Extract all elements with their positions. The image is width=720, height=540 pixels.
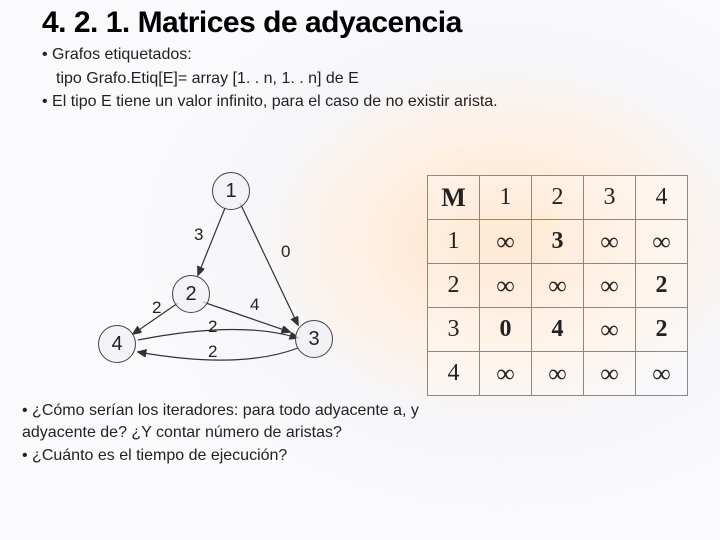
bullet-1: Grafos etiquetados:: [42, 44, 690, 66]
weight-2-4: 2: [152, 298, 161, 318]
matrix-cell: ∞: [480, 352, 532, 396]
matrix-header-row: M 1 2 3 4: [428, 176, 688, 220]
bullet-1-sub: tipo Grafo.Etiq[E]= array [1. . n, 1. . …: [42, 68, 690, 90]
matrix-rowhead-1: 1: [428, 220, 480, 264]
node-3: 3: [295, 320, 333, 358]
graph-diagram: 1 2 3 4 3 0 4 2 2 2: [90, 170, 370, 380]
matrix-header-2: 2: [532, 176, 584, 220]
weight-1-2: 3: [194, 225, 203, 245]
question-1a: ¿Cómo serían los iteradores:: [32, 402, 243, 419]
node-4: 4: [98, 325, 136, 363]
matrix-row-3: 3 0 4 ∞ 2: [428, 308, 688, 352]
matrix-cell: 4: [532, 308, 584, 352]
weight-3-4: 2: [208, 317, 217, 337]
matrix-cell: ∞: [584, 220, 636, 264]
matrix-cell: ∞: [636, 352, 688, 396]
matrix-cell: 2: [636, 264, 688, 308]
weight-1-3: 0: [281, 242, 290, 262]
matrix-header-1: 1: [480, 176, 532, 220]
matrix-row-1: 1 ∞ 3 ∞ ∞: [428, 220, 688, 264]
matrix-cell: 0: [480, 308, 532, 352]
question-1: ¿Cómo serían los iteradores: para todo a…: [22, 400, 422, 443]
weight-4-3: 2: [208, 342, 217, 362]
matrix-cell: ∞: [532, 352, 584, 396]
weight-2-3: 4: [250, 295, 259, 315]
matrix-cell: 2: [636, 308, 688, 352]
top-bullets: Grafos etiquetados: tipo Grafo.Etiq[E]= …: [0, 40, 720, 113]
matrix-cell: ∞: [584, 264, 636, 308]
bullet-2: El tipo E tiene un valor infinito, para …: [42, 91, 690, 113]
matrix-header-4: 4: [636, 176, 688, 220]
matrix-header-3: 3: [584, 176, 636, 220]
matrix-header-M: M: [428, 176, 480, 220]
matrix-row-4: 4 ∞ ∞ ∞ ∞: [428, 352, 688, 396]
matrix-cell: ∞: [480, 220, 532, 264]
matrix-rowhead-4: 4: [428, 352, 480, 396]
slide-title: 4. 2. 1. Matrices de adyacencia: [0, 0, 720, 40]
matrix-cell: ∞: [636, 220, 688, 264]
matrix-cell: ∞: [584, 308, 636, 352]
node-2: 2: [172, 275, 210, 313]
matrix-rowhead-3: 3: [428, 308, 480, 352]
question-2: ¿Cuánto es el tiempo de ejecución?: [22, 445, 422, 467]
matrix-cell: ∞: [584, 352, 636, 396]
matrix-rowhead-2: 2: [428, 264, 480, 308]
node-1: 1: [212, 172, 250, 210]
adjacency-matrix: M 1 2 3 4 1 ∞ 3 ∞ ∞ 2 ∞ ∞ ∞ 2 3 0 4 ∞ 2 …: [427, 175, 688, 396]
matrix-cell: ∞: [480, 264, 532, 308]
matrix-cell: 3: [532, 220, 584, 264]
bottom-bullets: ¿Cómo serían los iteradores: para todo a…: [22, 400, 422, 469]
matrix-row-2: 2 ∞ ∞ ∞ 2: [428, 264, 688, 308]
matrix-cell: ∞: [532, 264, 584, 308]
